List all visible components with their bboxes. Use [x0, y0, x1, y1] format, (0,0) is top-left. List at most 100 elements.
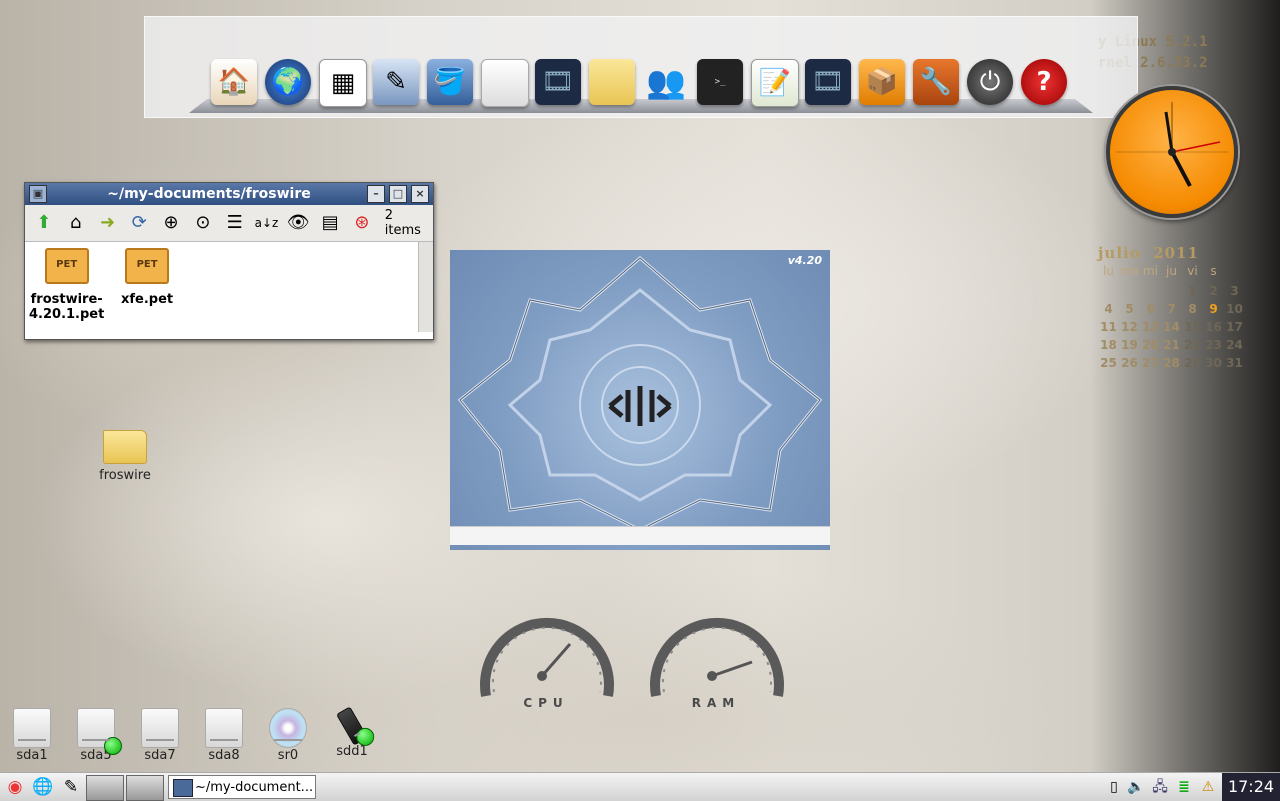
analog-clock	[1106, 86, 1238, 218]
weekday: mi	[1142, 264, 1159, 278]
splash-progress-bar	[450, 526, 830, 545]
spreadsheet-icon[interactable]: ▦	[319, 59, 367, 107]
lifebuoy-help-icon[interactable]: ⊛	[349, 210, 375, 236]
vertical-scrollbar[interactable]	[418, 242, 433, 332]
calendar-month: julio	[1098, 244, 1141, 262]
zoom-fit-icon[interactable]: ⊙	[190, 210, 216, 236]
users-icon[interactable]: 👥	[643, 59, 689, 105]
maximize-button[interactable]: □	[389, 185, 407, 203]
ram-label: RAM	[691, 696, 741, 710]
film-icon[interactable]: 🎞	[535, 59, 581, 105]
weekday: ma	[1119, 264, 1140, 278]
cpu-label: CPU	[523, 696, 569, 710]
text-editor-icon[interactable]: 📝	[751, 59, 799, 107]
file-list: PET frostwire- 4.20.1.pet PET xfe.pet	[25, 242, 433, 332]
clock-face	[1116, 102, 1228, 187]
calendar-widget: julio 2011 lu ma mi ju vi s 272829301234…	[1098, 244, 1245, 374]
file-name: xfe.pet	[121, 292, 174, 307]
drive-label: sda1	[16, 748, 48, 763]
terminal-icon[interactable]: >_	[697, 59, 743, 105]
cpu-meter-icon[interactable]: ≣	[1174, 776, 1194, 798]
taskbar-window-button[interactable]: ~/my-document...	[168, 775, 316, 799]
drive-sda8[interactable]: sda8	[196, 708, 252, 763]
calendar-day: 11	[1100, 320, 1117, 334]
calendar-day: 18	[1100, 338, 1117, 352]
calendar-day: 25	[1100, 356, 1117, 370]
battery-icon[interactable]: ▯	[1104, 776, 1124, 798]
usb-stick-icon	[336, 706, 375, 746]
media-film-icon[interactable]: 🎞	[805, 59, 851, 105]
calendar-day: 13	[1142, 320, 1159, 334]
file-item-xfe[interactable]: PET xfe.pet	[121, 248, 173, 307]
ram-gauge-dial	[650, 617, 784, 697]
weekday	[1224, 264, 1245, 282]
paint-bucket-icon[interactable]: 🪣	[427, 59, 473, 105]
window-menu-icon[interactable]: ▣	[29, 185, 47, 203]
calendar-day: 23	[1205, 338, 1222, 352]
drive-sda5[interactable]: sda5	[68, 708, 124, 763]
up-arrow-icon[interactable]: ⬆	[31, 210, 57, 236]
drive-label: sr0	[277, 748, 299, 763]
item-count: 2 items	[384, 208, 421, 238]
drive-sda1[interactable]: sda1	[4, 708, 60, 763]
refresh-icon[interactable]: ⟳	[126, 210, 152, 236]
mounted-indicator-icon	[356, 727, 375, 746]
minimize-button[interactable]: –	[367, 185, 385, 203]
window-titlebar[interactable]: ▣ ~/my-documents/froswire – □ ×	[25, 183, 433, 205]
home-icon[interactable]: ⌂	[63, 210, 89, 236]
workspace-2-thumbnail[interactable]	[126, 775, 164, 801]
toolbox-icon[interactable]: 🔧	[913, 59, 959, 105]
file-item-frostwire[interactable]: PET frostwire- 4.20.1.pet	[29, 248, 104, 322]
drive-sda7[interactable]: sda7	[132, 708, 188, 763]
workspace-1-thumbnail[interactable]	[86, 775, 124, 801]
folder-icon[interactable]	[589, 59, 635, 105]
browser-globe-icon[interactable]: 🌐	[30, 775, 56, 799]
editor-launch-icon[interactable]: ✎	[58, 775, 84, 799]
drive-sdd1[interactable]: sdd1	[324, 706, 380, 759]
weekday: vi	[1187, 264, 1198, 278]
cpu-gauge-dial	[480, 617, 614, 697]
power-icon[interactable]: ⏻	[967, 59, 1013, 105]
globe-icon[interactable]: 🌍	[265, 59, 311, 105]
help-icon[interactable]: ?	[1021, 59, 1067, 105]
calendar-title: julio 2011	[1098, 244, 1245, 262]
warning-icon[interactable]: ⚠	[1198, 776, 1218, 798]
calendar-day: 9	[1209, 302, 1218, 316]
details-view-icon[interactable]: ☰	[222, 210, 248, 236]
sort-az-icon[interactable]: a↓z	[254, 210, 280, 236]
window-icon	[173, 779, 193, 797]
calendar-day: 19	[1121, 338, 1138, 352]
writer-icon[interactable]: ✎	[373, 59, 419, 105]
calendar-day: 21	[1163, 338, 1180, 352]
volume-icon[interactable]: 🔈	[1126, 776, 1146, 798]
drive-icon[interactable]	[481, 59, 529, 107]
zoom-in-icon[interactable]: ⊕	[158, 210, 184, 236]
drive-sr0[interactable]: sr0	[260, 708, 316, 763]
splash-version: v4.20	[787, 254, 822, 267]
file-manager-window: ▣ ~/my-documents/froswire – □ × ⬆ ⌂ ➜ ⟳ …	[24, 182, 434, 340]
go-to-icon[interactable]: ➜	[95, 210, 121, 236]
weekday: ju	[1166, 264, 1177, 278]
package-box-icon[interactable]: 📦	[859, 59, 905, 105]
close-button[interactable]: ×	[411, 185, 429, 203]
calendar-day: 14	[1163, 320, 1180, 334]
list-view-icon[interactable]: ▤	[317, 210, 343, 236]
menu-start-icon[interactable]: ◉	[2, 775, 28, 799]
network-icon[interactable]: 🖧	[1150, 776, 1170, 798]
calendar-day: 30	[1205, 356, 1222, 370]
calendar-day: 26	[1121, 356, 1138, 370]
desktop-folder-froswire[interactable]: froswire	[92, 430, 158, 483]
calendar-day: 5	[1125, 302, 1134, 316]
calendar-day: 29	[1184, 356, 1201, 370]
house-icon[interactable]: 🏠	[211, 59, 257, 105]
calendar-day: 6	[1146, 302, 1155, 316]
weekday: s	[1210, 264, 1217, 278]
calendar-day: 20	[1142, 338, 1159, 352]
ram-gauge: RAM	[646, 604, 786, 714]
calendar-day: 31	[1226, 356, 1243, 370]
taskbar-window-label: ~/my-document...	[195, 780, 314, 795]
drive-icon	[13, 708, 51, 748]
calendar-day: 3	[1230, 284, 1239, 298]
show-hidden-eye-icon[interactable]: 👁	[285, 210, 311, 236]
taskbar-clock[interactable]: 17:24	[1222, 773, 1280, 801]
